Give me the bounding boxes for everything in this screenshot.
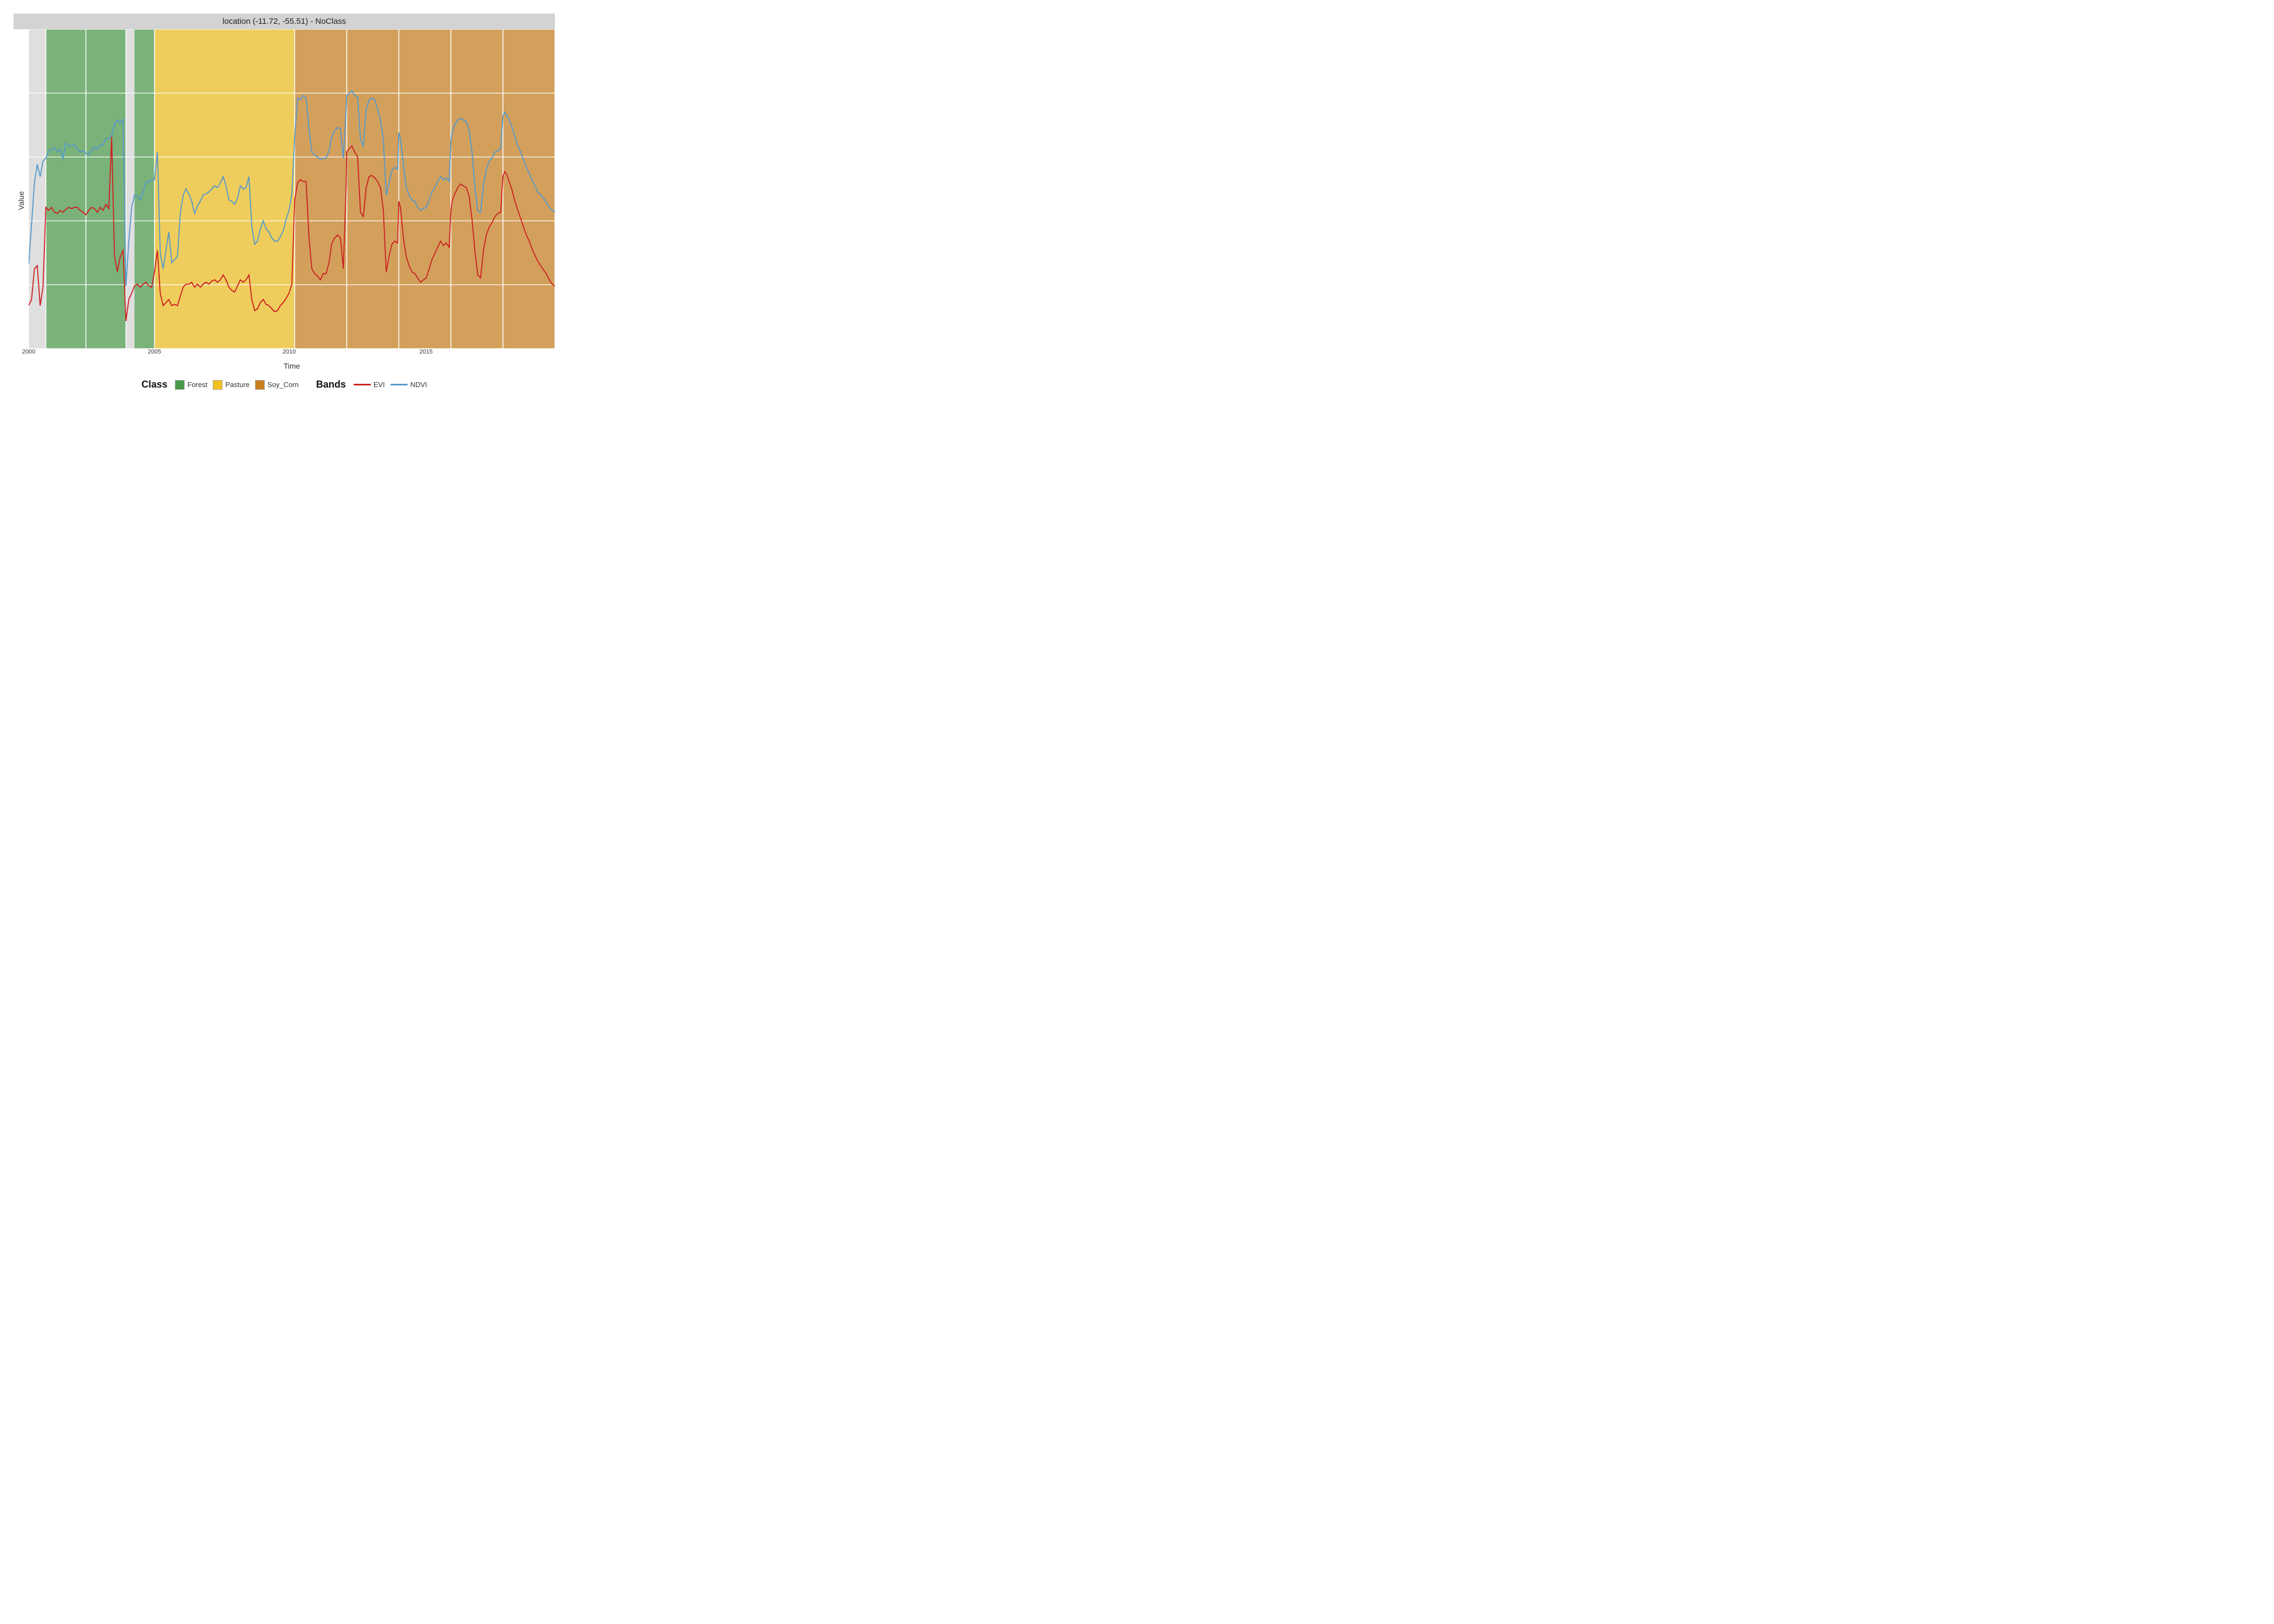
x-axis-ticks: 2000 2005 2010 2015	[29, 349, 555, 361]
pasture-color-box	[213, 380, 223, 390]
chart-title: location (-11.72, -55.51) - NoClass	[14, 14, 555, 29]
x-tick-2005: 2005	[148, 349, 161, 355]
chart-wrapper: location (-11.72, -55.51) - NoClass Valu…	[14, 14, 555, 392]
legend-forest: Forest	[175, 380, 207, 390]
chart-area-row: Value	[14, 29, 555, 372]
x-tick-2015: 2015	[420, 349, 433, 355]
legend-ndvi: NDVI	[390, 381, 427, 389]
evi-line-legend	[354, 384, 371, 385]
plot-area: 0 0.2 0.4 0.6 0.8 1	[29, 29, 555, 349]
legend-class-section: Class Forest Pasture Soy_Corn	[141, 379, 299, 390]
chart-main: 0 0.2 0.4 0.6 0.8 1 2000	[29, 29, 555, 372]
legend-area: Class Forest Pasture Soy_Corn Bands EVI	[14, 372, 555, 392]
pasture-label: Pasture	[225, 381, 250, 389]
legend-bands-section: Bands EVI NDVI	[316, 379, 427, 390]
plot-svg: 0 0.2 0.4 0.6 0.8 1	[29, 29, 555, 349]
x-tick-2010: 2010	[283, 349, 296, 355]
evi-label: EVI	[374, 381, 385, 389]
ndvi-label: NDVI	[410, 381, 427, 389]
ndvi-line-legend	[390, 384, 408, 385]
soy-corn-label: Soy_Corn	[267, 381, 299, 389]
legend-evi: EVI	[354, 381, 385, 389]
x-tick-2000: 2000	[22, 349, 35, 355]
soy-corn-color-box	[255, 380, 265, 390]
forest-label: Forest	[187, 381, 207, 389]
forest-color-box	[175, 380, 185, 390]
y-axis-label: Value	[14, 29, 29, 372]
legend-bands-title: Bands	[316, 379, 346, 390]
x-axis-label: Time	[29, 361, 555, 372]
legend-soy-corn: Soy_Corn	[255, 380, 299, 390]
legend-class-title: Class	[141, 379, 167, 390]
legend-pasture: Pasture	[213, 380, 250, 390]
